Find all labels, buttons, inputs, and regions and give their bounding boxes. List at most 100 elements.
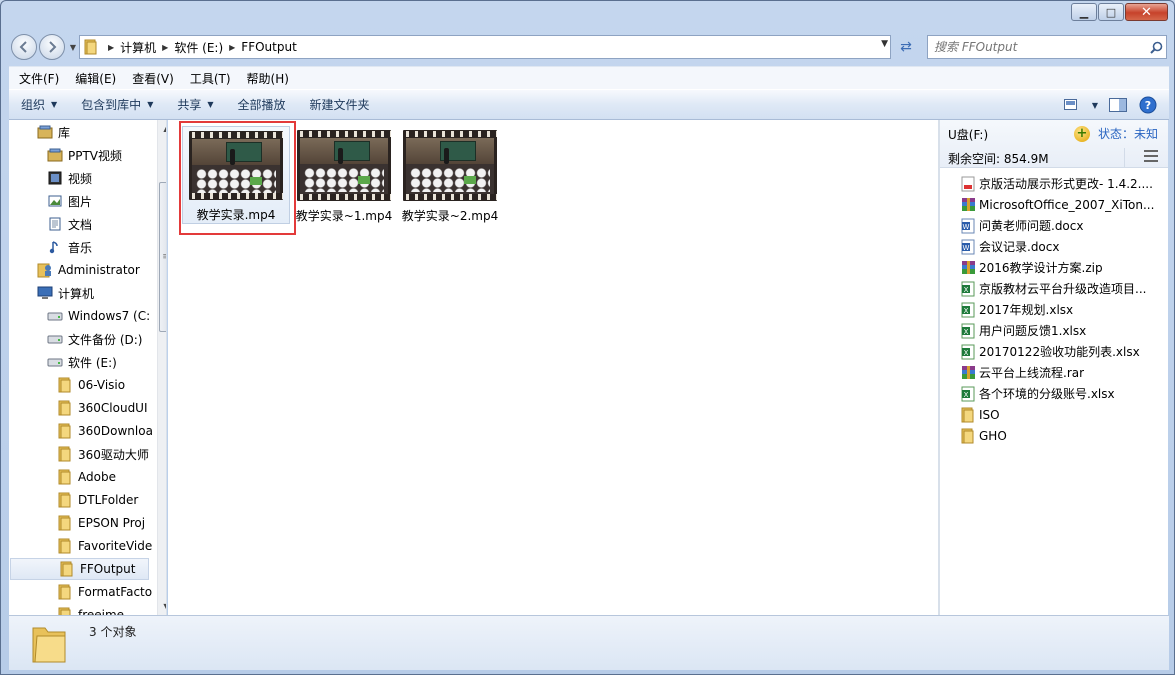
search-icon[interactable] — [1146, 41, 1166, 54]
menu-file[interactable]: 文件(F) — [11, 70, 67, 87]
recent-pages-dropdown[interactable]: ▼ — [67, 41, 79, 53]
tree-item[interactable]: FFOutput — [10, 558, 149, 580]
scroll-thumb[interactable]: ≡ — [159, 182, 166, 332]
drive-file-item[interactable]: X 20170122验收功能列表.xlsx — [960, 341, 1165, 362]
menu-view[interactable]: 查看(V) — [124, 70, 182, 87]
drive-file-item[interactable]: X 用户问题反馈1.xlsx — [960, 320, 1165, 341]
tree-item-label: 360驱动大师 — [78, 447, 149, 462]
drive-icon — [47, 331, 63, 347]
preview-pane-button[interactable] — [1105, 95, 1131, 115]
scroll-up-icon[interactable]: ▲ — [158, 120, 166, 137]
search-box[interactable] — [927, 35, 1167, 59]
tree-item[interactable]: Administrator — [9, 259, 149, 281]
drive-file-list: 京版活动展示形式更改- 1.4.2.... MicrosoftOffice_200… — [960, 173, 1165, 446]
tree-item[interactable]: DTLFolder — [9, 489, 149, 511]
address-bar[interactable]: ▶ 计算机 ▶ 软件 (E:) ▶ FFOutput ▼ — [79, 35, 891, 59]
navigation-row: ▼ ▶ 计算机 ▶ 软件 (E:) ▶ FFOutput ▼ ⇄ — [1, 31, 1174, 63]
drive-file-item[interactable]: X 京版教材云平台升级改造项目... — [960, 278, 1165, 299]
tree-item[interactable]: Windows7 (C: — [9, 305, 150, 327]
status-bar: 3 个对象 — [9, 615, 1169, 670]
scroll-down-icon[interactable]: ▼ — [158, 598, 166, 615]
command-bar: 组织 ▼ 包含到库中 ▼ 共享 ▼ 全部播放 新建文件夹 ▼ ? — [9, 89, 1169, 120]
tree-item[interactable]: 计算机 — [9, 282, 149, 304]
file-item[interactable]: 教学实录~1.mp4 — [290, 126, 398, 224]
close-button[interactable]: ✕ — [1125, 3, 1168, 21]
menu-edit[interactable]: 编辑(E) — [67, 70, 124, 87]
menu-tools[interactable]: 工具(T) — [182, 70, 239, 87]
archive-icon — [960, 197, 976, 213]
tree-item[interactable]: 360驱动大师 — [9, 443, 149, 465]
search-input[interactable] — [928, 36, 1146, 58]
breadcrumb-separator-icon[interactable]: ▶ — [162, 43, 168, 52]
tree-item[interactable]: PPTV视频 — [9, 144, 149, 166]
folder-icon — [57, 469, 73, 485]
include-library-label: 包含到库中 — [81, 98, 142, 112]
excel-icon: X — [960, 302, 976, 318]
tree-item[interactable]: 06-Visio — [9, 374, 149, 396]
drive-file-name: MicrosoftOffice_2007_XiTon... — [979, 197, 1155, 212]
drive-file-item[interactable]: X 各个环境的分级账号.xlsx — [960, 383, 1165, 404]
tree-item[interactable]: Adobe — [9, 466, 149, 488]
tree-item[interactable]: FavoriteVide — [9, 535, 152, 557]
file-name: 教学实录.mp4 — [196, 208, 276, 222]
play-all-button[interactable]: 全部播放 — [226, 90, 298, 119]
menu-icon[interactable] — [1144, 150, 1158, 162]
tree-scrollbar[interactable]: ▲ ≡ ▼ — [157, 120, 166, 615]
tree-item[interactable]: freeime — [9, 604, 149, 615]
archive-icon — [960, 365, 976, 381]
tree-item[interactable]: 软件 (E:) — [9, 351, 149, 373]
new-folder-button[interactable]: 新建文件夹 — [298, 90, 382, 119]
drive-file-item[interactable]: MicrosoftOffice_2007_XiTon... — [960, 194, 1165, 215]
drive-file-item[interactable]: W 问黄老师问题.docx — [960, 215, 1165, 236]
help-button[interactable]: ? — [1135, 95, 1161, 115]
breadcrumb-drive[interactable]: 软件 (E:) — [174, 39, 223, 56]
tree-item-label: 文档 — [68, 217, 93, 232]
folder-icon — [57, 423, 73, 439]
breadcrumb-separator-icon[interactable]: ▶ — [229, 43, 235, 52]
file-item[interactable]: 教学实录~2.mp4 — [396, 126, 504, 224]
item-count: 3 个对象 — [89, 625, 137, 639]
drive-file-item[interactable]: 云平台上线流程.rar — [960, 362, 1165, 383]
drive-file-item[interactable]: 京版活动展示形式更改- 1.4.2.... — [960, 173, 1165, 194]
tree-item[interactable]: 图片 — [9, 190, 149, 212]
tree-item[interactable]: 库 — [9, 121, 149, 143]
change-view-button[interactable] — [1059, 95, 1085, 115]
breadcrumb-folder[interactable]: FFOutput — [241, 40, 297, 54]
maximize-button[interactable]: □ — [1098, 3, 1124, 21]
back-button[interactable] — [11, 34, 37, 60]
forward-button[interactable] — [39, 34, 65, 60]
tree-item[interactable]: EPSON Proj — [9, 512, 149, 534]
tree-item[interactable]: 文档 — [9, 213, 149, 235]
breadcrumb-separator-icon[interactable]: ▶ — [108, 43, 114, 52]
computer-icon — [37, 285, 53, 301]
drive-file-item[interactable]: ISO — [960, 404, 1165, 425]
minimize-button[interactable]: ▁ — [1071, 3, 1097, 21]
drive-file-item[interactable]: W 会议记录.docx — [960, 236, 1165, 257]
share-button[interactable]: 共享 ▼ — [165, 90, 225, 119]
refresh-button[interactable]: ⇄ — [894, 35, 918, 59]
menu-help[interactable]: 帮助(H) — [239, 70, 297, 87]
tree-item[interactable]: 视频 — [9, 167, 149, 189]
drive-status[interactable]: + 状态：未知 — [1073, 125, 1158, 142]
tree-item[interactable]: 文件备份 (D:) — [9, 328, 149, 350]
folder-icon — [960, 428, 976, 444]
tree-item[interactable]: 360Downloa — [9, 420, 153, 442]
drive-file-name: 会议记录.docx — [979, 240, 1060, 254]
drive-file-item[interactable]: GHO — [960, 425, 1165, 446]
file-name: 教学实录~2.mp4 — [401, 209, 499, 223]
tree-item[interactable]: 360CloudUI — [9, 397, 149, 419]
organize-button[interactable]: 组织 ▼ — [9, 90, 69, 119]
tree-item[interactable]: 音乐 — [9, 236, 149, 258]
breadcrumb-computer[interactable]: 计算机 — [120, 39, 156, 56]
svg-text:W: W — [963, 223, 970, 231]
include-library-button[interactable]: 包含到库中 ▼ — [69, 90, 165, 119]
tree-item-label: 计算机 — [58, 286, 95, 301]
tree-item-label: Adobe — [78, 470, 116, 484]
drive-file-item[interactable]: X 2017年规划.xlsx — [960, 299, 1165, 320]
address-dropdown-icon[interactable]: ▼ — [881, 39, 888, 49]
drive-file-item[interactable]: 2016教学设计方案.zip — [960, 257, 1165, 278]
file-item[interactable]: 教学实录.mp4 — [182, 126, 290, 224]
tree-item-label: 文件备份 (D:) — [68, 332, 143, 347]
view-options-dropdown[interactable]: ▼ — [1089, 95, 1101, 115]
tree-item[interactable]: FormatFacto — [9, 581, 152, 603]
